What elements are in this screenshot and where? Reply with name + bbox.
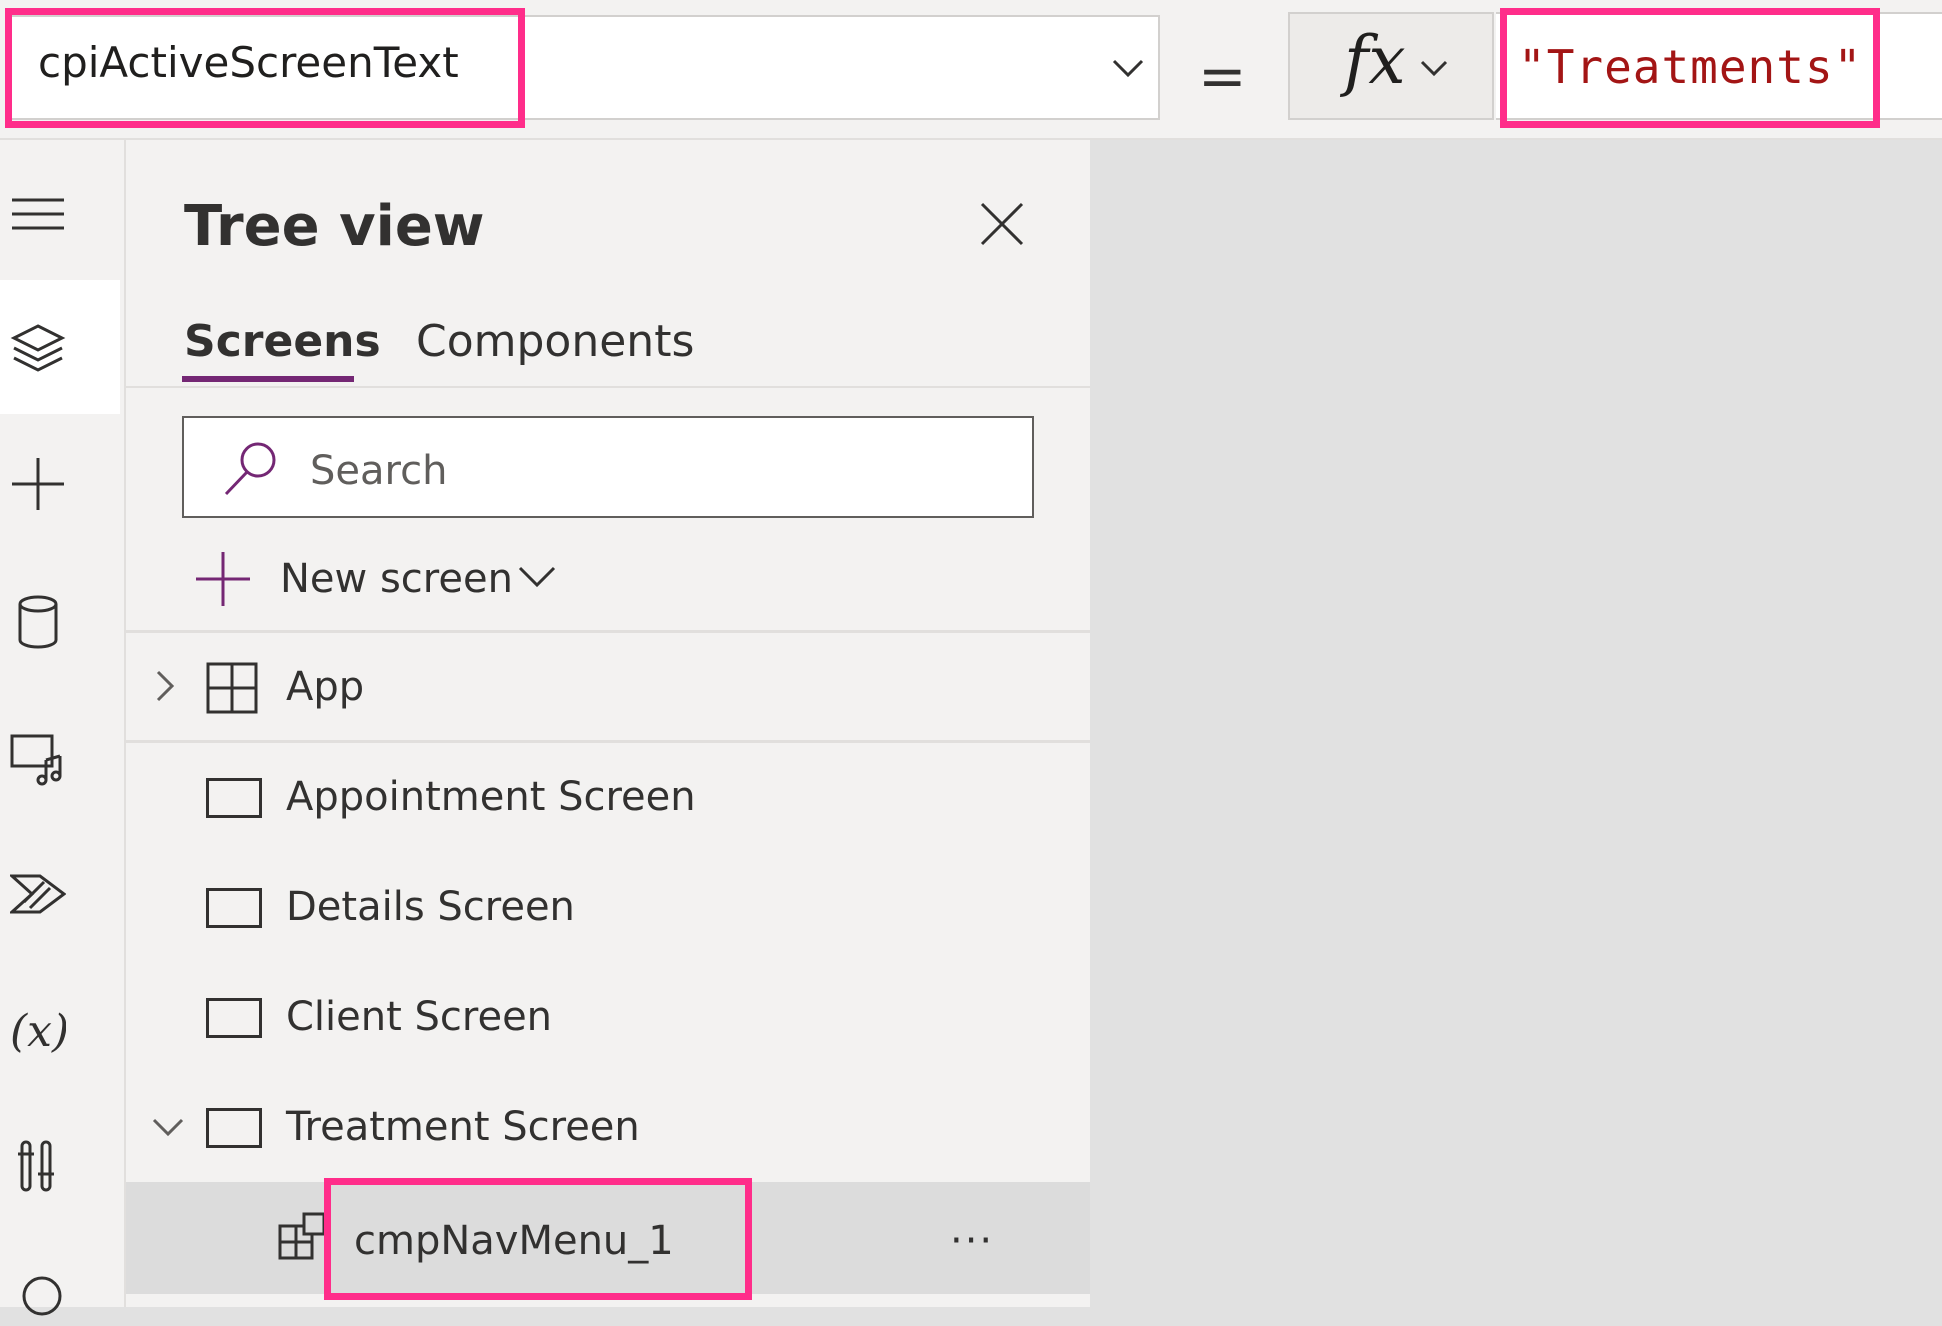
tree-view-title: Tree view	[184, 194, 485, 259]
tree-item-appointment-screen[interactable]: Appointment Screen	[286, 774, 696, 820]
chevron-down-icon[interactable]	[1108, 48, 1148, 88]
chevron-down-icon[interactable]	[516, 556, 558, 598]
equals-sign: =	[1198, 42, 1247, 110]
tab-screens[interactable]: Screens	[184, 316, 381, 367]
hamburger-menu-icon[interactable]	[10, 186, 66, 242]
layers-icon[interactable]	[10, 320, 66, 376]
component-highlight	[324, 1178, 752, 1300]
more-options-icon[interactable]: ···	[950, 1218, 994, 1264]
svg-text:(x): (x)	[10, 1006, 66, 1057]
insert-plus-icon[interactable]	[10, 456, 66, 512]
screen-icon	[206, 778, 262, 818]
screen-icon	[206, 888, 262, 928]
power-automate-icon[interactable]	[10, 866, 66, 922]
app-icon	[206, 662, 258, 714]
plus-icon[interactable]	[194, 550, 252, 608]
advanced-tools-icon[interactable]	[10, 1138, 66, 1194]
component-icon	[278, 1212, 326, 1260]
tree-item-app[interactable]: App	[286, 664, 364, 710]
property-highlight	[5, 8, 525, 128]
data-cylinder-icon[interactable]	[10, 594, 66, 650]
search-placeholder: Search	[310, 448, 448, 494]
chevron-down-icon[interactable]	[1414, 48, 1454, 88]
search-icon	[224, 442, 276, 496]
tabs-divider	[126, 386, 1090, 388]
screen-icon	[206, 998, 262, 1038]
chevron-right-icon[interactable]	[154, 668, 178, 704]
new-screen-button[interactable]: New screen	[280, 556, 513, 602]
active-tab-indicator	[182, 376, 354, 382]
tree-item-details-screen[interactable]: Details Screen	[286, 884, 575, 930]
variables-icon[interactable]: (x)	[10, 1002, 66, 1058]
close-icon[interactable]	[978, 200, 1026, 248]
search-icon[interactable]	[10, 1270, 66, 1326]
screen-icon	[206, 1108, 262, 1148]
toolbar-divider	[126, 630, 1090, 633]
tree-item-client-screen[interactable]: Client Screen	[286, 994, 552, 1040]
media-icon[interactable]	[10, 730, 66, 786]
fx-icon: fx	[1344, 22, 1406, 99]
chevron-down-icon[interactable]	[150, 1116, 186, 1140]
tab-components[interactable]: Components	[416, 316, 694, 367]
app-divider	[126, 740, 1090, 743]
formula-highlight	[1500, 8, 1880, 128]
tree-item-treatment-screen[interactable]: Treatment Screen	[286, 1104, 640, 1150]
